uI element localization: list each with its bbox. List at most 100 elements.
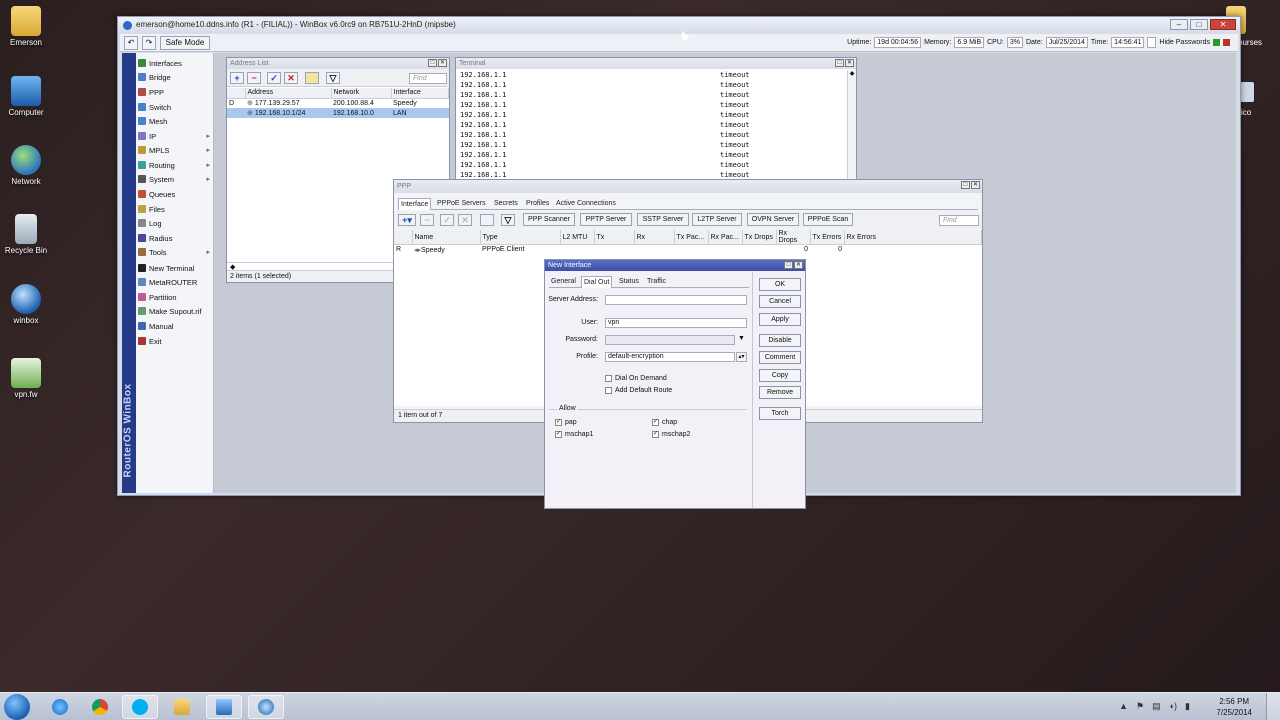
pppoe-scan-button[interactable]: PPPoE Scan (803, 213, 853, 226)
allow-pap-checkbox[interactable]: ✓ pap (555, 419, 577, 426)
terminal-scrollbar[interactable]: ◆ (847, 70, 856, 182)
column-header-flag[interactable] (227, 88, 246, 99)
maximize-button[interactable]: □ (1190, 19, 1208, 30)
column-header-network[interactable]: Network (331, 88, 392, 99)
column-header-address[interactable]: Address (245, 88, 332, 99)
column-header-interface[interactable]: Interface (391, 88, 449, 99)
sidebar-item-mpls[interactable]: MPLS ▸ (138, 144, 212, 158)
show-desktop-button[interactable] (1266, 693, 1280, 720)
start-button[interactable] (4, 694, 30, 720)
sidebar-item-queues[interactable]: Queues (138, 188, 212, 202)
sidebar-item-routing[interactable]: Routing ▸ (138, 159, 212, 173)
disable-button[interactable]: Disable (759, 334, 801, 347)
tray-power-icon[interactable]: ▮ (1185, 701, 1190, 712)
sstp-server-button[interactable]: SSTP Server (637, 213, 689, 226)
restore-button[interactable]: □ (961, 181, 970, 189)
password-dropdown-icon[interactable]: ▼ (738, 335, 745, 342)
close-button[interactable]: ✕ (971, 181, 980, 189)
column-header-rx-packets[interactable]: Rx Pac... (708, 230, 743, 245)
dial-on-demand-checkbox[interactable]: Dial On Demand (605, 375, 667, 382)
ppp-scanner-button[interactable]: PPP Scanner (523, 213, 575, 226)
close-button[interactable]: ✕ (1210, 19, 1236, 30)
enable-check-icon[interactable]: ✓ (440, 214, 454, 226)
tab-status[interactable]: Status (617, 276, 641, 288)
add-dropdown-icon[interactable]: +▾ (398, 214, 416, 226)
profile-select[interactable]: default-encryption (605, 352, 735, 362)
ppp-find-input[interactable]: Find (939, 215, 979, 226)
safe-mode-button[interactable]: Safe Mode (160, 36, 210, 50)
pptp-server-button[interactable]: PPTP Server (580, 213, 632, 226)
sidebar-item-make-supout-rif[interactable]: Make Supout.rif (138, 305, 212, 319)
tray-volume-icon[interactable]: ◖) (1169, 701, 1177, 712)
hide-passwords-toggle[interactable] (1147, 37, 1157, 48)
address-list-title-bar[interactable]: Address List □ ✕ (227, 58, 449, 69)
column-header-tx[interactable]: Tx (594, 230, 635, 245)
tab-traffic[interactable]: Traffic (645, 276, 668, 288)
tab-dial-out[interactable]: Dial Out (581, 276, 613, 288)
remove-button[interactable]: Remove (759, 386, 801, 399)
comment-icon[interactable] (480, 214, 494, 226)
torch-button[interactable]: Torch (759, 407, 801, 420)
cancel-button[interactable]: Cancel (759, 295, 801, 308)
desktop-icon-computer[interactable]: Computer (2, 76, 50, 117)
sidebar-item-ip[interactable]: IP ▸ (138, 130, 212, 144)
l2tp-server-button[interactable]: L2TP Server (692, 213, 742, 226)
tab-secrets[interactable]: Secrets (492, 198, 520, 210)
desktop-icon-recycle-bin[interactable]: Recycle Bin (2, 214, 50, 255)
column-header-tx-errors[interactable]: Tx Errors (810, 230, 845, 245)
restore-button[interactable]: □ (428, 59, 437, 67)
sidebar-item-bridge[interactable]: Bridge (138, 71, 212, 85)
taskbar-clock[interactable]: 2:56 PM 7/25/2014 (1216, 696, 1252, 718)
table-row[interactable]: R ◂▸Speedy PPPoE Client 0 0 (394, 245, 982, 255)
column-header-type[interactable]: Type (480, 230, 561, 245)
column-header-name[interactable]: Name (412, 230, 481, 245)
desktop-icon-winbox[interactable]: winbox (2, 284, 50, 325)
disable-x-icon[interactable]: ✕ (458, 214, 472, 226)
sidebar-item-tools[interactable]: Tools ▸ (138, 246, 212, 260)
desktop-icon-vpn-fw[interactable]: vpn.fw (2, 358, 50, 399)
allow-chap-checkbox[interactable]: ✓ chap (652, 419, 677, 426)
column-header-rx[interactable]: Rx (634, 230, 675, 245)
restore-button[interactable]: □ (784, 261, 793, 269)
sidebar-item-files[interactable]: Files (138, 203, 212, 217)
terminal-title-bar[interactable]: Terminal □ ✕ (456, 58, 856, 69)
ovpn-server-button[interactable]: OVPN Server (747, 213, 799, 226)
column-header-rx-errors[interactable]: Rx Errors (844, 230, 982, 245)
sidebar-item-new-terminal[interactable]: New Terminal (138, 262, 212, 276)
column-header-flag[interactable] (394, 230, 413, 245)
sidebar-item-radius[interactable]: Radius (138, 232, 212, 246)
close-button[interactable]: ✕ (794, 261, 803, 269)
copy-button[interactable]: Copy (759, 369, 801, 382)
user-input[interactable]: vpn (605, 318, 747, 328)
column-header-l2mtu[interactable]: L2 MTU (560, 230, 595, 245)
sidebar-item-ppp[interactable]: PPP (138, 86, 212, 100)
address-find-input[interactable]: Find (409, 73, 447, 84)
ok-button[interactable]: OK (759, 278, 801, 291)
sidebar-item-system[interactable]: System ▸ (138, 173, 212, 187)
tab-profiles[interactable]: Profiles (524, 198, 551, 210)
tray-network-icon[interactable]: ▤ (1152, 701, 1161, 712)
table-row-selected[interactable]: ⊕ 192.168.10.1/24 192.168.10.0 LAN (227, 108, 449, 118)
sidebar-item-switch[interactable]: Switch (138, 101, 212, 115)
tray-expand-icon[interactable]: ▲ (1119, 701, 1128, 712)
taskbar-chrome[interactable] (82, 695, 118, 719)
server-address-input[interactable] (605, 295, 747, 305)
password-input[interactable] (605, 335, 735, 345)
table-row[interactable]: D ⊕ 177.139.29.57 200.100.88.4 Speedy (227, 98, 449, 108)
terminal-output[interactable]: 192.168.1.1 timeout 192.168.1.1 timeout 192.… (458, 70, 846, 182)
enable-check-icon[interactable]: ✓ (267, 72, 281, 84)
tab-active-connections[interactable]: Active Connections (554, 198, 618, 210)
close-button[interactable]: ✕ (845, 59, 854, 67)
taskbar-remote-desktop[interactable] (206, 695, 242, 719)
desktop-icon-emerson[interactable]: Emerson (2, 6, 50, 47)
allow-mschap1-checkbox[interactable]: ✓ mschap1 (555, 431, 593, 438)
minimize-button[interactable]: – (1170, 19, 1188, 30)
tray-flag-icon[interactable]: ⚑ (1136, 701, 1144, 712)
taskbar-explorer[interactable] (164, 695, 200, 719)
taskbar-internet-explorer[interactable] (42, 695, 78, 719)
restore-button[interactable]: □ (835, 59, 844, 67)
sidebar-item-mesh[interactable]: Mesh (138, 115, 212, 129)
sidebar-item-log[interactable]: Log (138, 217, 212, 231)
tab-interface[interactable]: Interface (398, 198, 432, 210)
sidebar-item-manual[interactable]: Manual (138, 320, 212, 334)
